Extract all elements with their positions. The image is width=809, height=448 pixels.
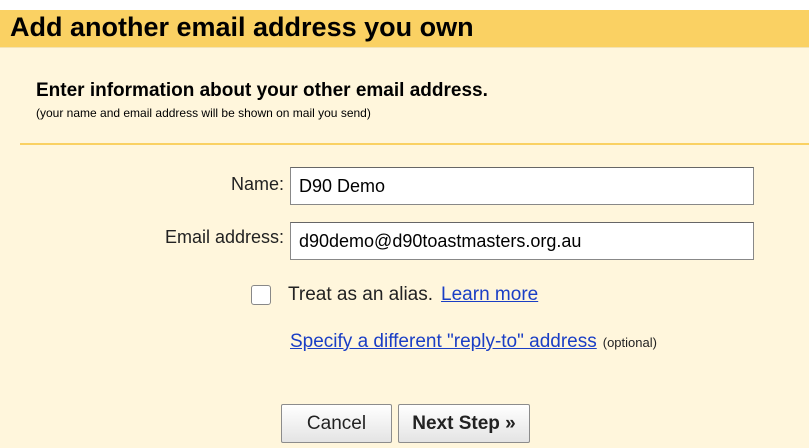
form-heading: Enter information about your other email… — [36, 80, 488, 101]
form-subheading: (your name and email address will be sho… — [36, 106, 371, 120]
treat-as-alias-checkbox[interactable] — [251, 285, 271, 305]
reply-to-link[interactable]: Specify a different "reply-to" address — [290, 331, 597, 353]
email-address-field[interactable] — [290, 222, 754, 260]
alias-option: Treat as an alias. Learn more — [251, 280, 538, 310]
dialog-title-bar: Add another email address you own — [0, 10, 809, 48]
learn-more-link[interactable]: Learn more — [441, 284, 538, 306]
dialog-title: Add another email address you own — [10, 12, 474, 42]
cancel-button[interactable]: Cancel — [281, 404, 392, 443]
name-label: Name: — [230, 174, 284, 194]
email-address-label: Email address: — [164, 227, 284, 247]
optional-note: (optional) — [602, 335, 657, 350]
section-divider — [20, 143, 809, 145]
treat-as-alias-label[interactable]: Treat as an alias. — [288, 284, 433, 306]
reply-to-option: Specify a different "reply-to" address (… — [290, 331, 657, 353]
next-step-button[interactable]: Next Step » — [398, 404, 530, 443]
name-field[interactable] — [290, 167, 754, 205]
add-email-dialog: Add another email address you own Enter … — [0, 0, 809, 448]
